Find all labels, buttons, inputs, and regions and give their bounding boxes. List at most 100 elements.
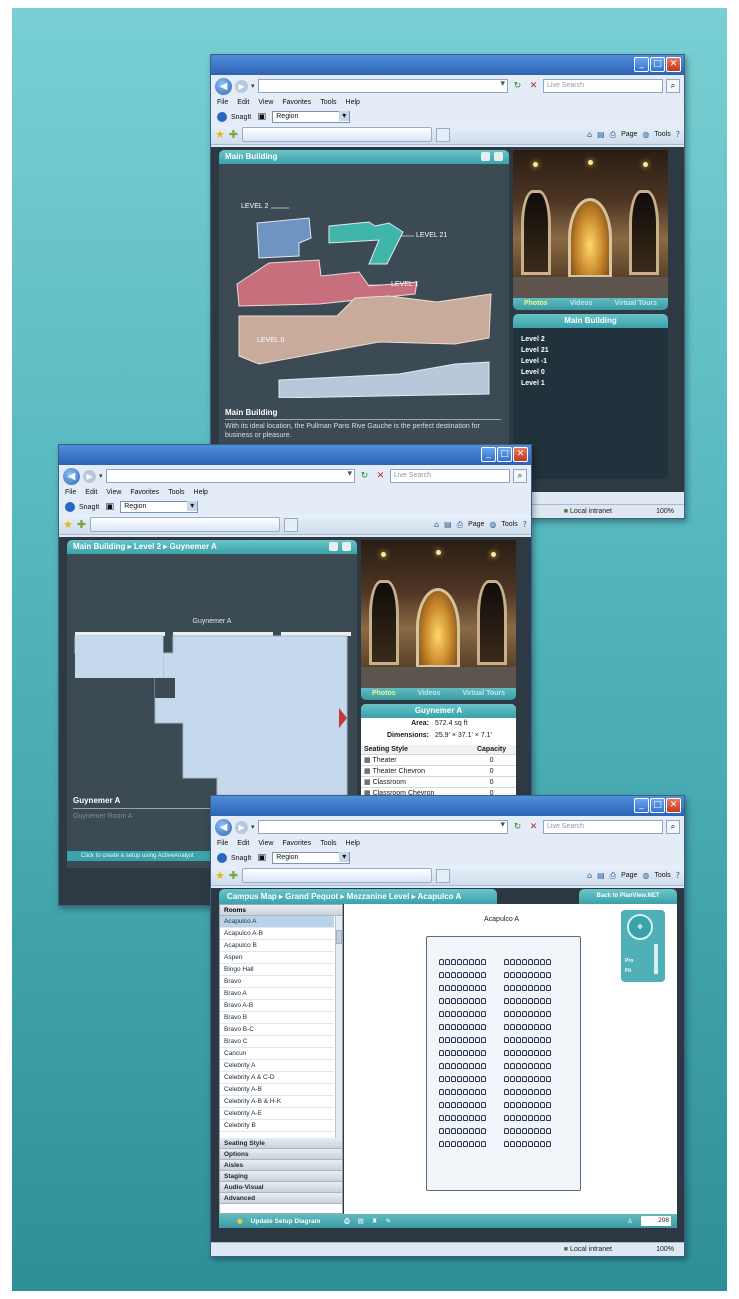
- maximize-icon[interactable]: □: [497, 447, 512, 462]
- chair-icon[interactable]: [504, 1128, 509, 1134]
- chair-icon[interactable]: [469, 1102, 474, 1108]
- chair-icon[interactable]: [475, 1128, 480, 1134]
- chair-icon[interactable]: [546, 972, 551, 978]
- level-item[interactable]: Level 21: [521, 345, 660, 356]
- chair-icon[interactable]: [516, 985, 521, 991]
- chair-icon[interactable]: [445, 1011, 450, 1017]
- chair-icon[interactable]: [481, 1024, 486, 1030]
- region-select[interactable]: Region: [272, 852, 351, 864]
- chair-icon[interactable]: [451, 972, 456, 978]
- print-icon[interactable]: [481, 152, 490, 161]
- add-favorite-icon[interactable]: ✚: [77, 518, 86, 531]
- search-icon[interactable]: ⌕: [666, 79, 680, 93]
- chair-icon[interactable]: [469, 1076, 474, 1082]
- crumb-building[interactable]: Grand Pequot: [285, 892, 338, 901]
- chair-icon[interactable]: [534, 998, 539, 1004]
- chair-icon[interactable]: [504, 1037, 509, 1043]
- chair-icon[interactable]: [528, 1141, 533, 1147]
- list-item[interactable]: Celebrity A-E: [220, 1108, 334, 1120]
- tools-menu[interactable]: Tools: [654, 131, 670, 138]
- snagit-button[interactable]: SnagIt: [231, 855, 251, 862]
- chair-icon[interactable]: [528, 1063, 533, 1069]
- chair-icon[interactable]: [481, 1063, 486, 1069]
- list-item[interactable]: Acapulco B: [220, 940, 334, 952]
- chair-icon[interactable]: [457, 998, 462, 1004]
- chair-icon[interactable]: [546, 1063, 551, 1069]
- snagit-button[interactable]: SnagIt: [231, 114, 251, 121]
- minimize-icon[interactable]: _: [634, 57, 649, 72]
- back-button[interactable]: Back to PlanView.NET: [579, 889, 677, 904]
- chair-icon[interactable]: [439, 1037, 444, 1043]
- chair-icon[interactable]: [546, 1141, 551, 1147]
- chair-icon[interactable]: [451, 1089, 456, 1095]
- chair-icon[interactable]: [445, 1141, 450, 1147]
- chair-icon[interactable]: [510, 1050, 515, 1056]
- chair-icon[interactable]: [439, 1024, 444, 1030]
- chair-icon[interactable]: [516, 1011, 521, 1017]
- chair-icon[interactable]: [451, 998, 456, 1004]
- chair-icon[interactable]: [457, 1024, 462, 1030]
- chair-icon[interactable]: [445, 998, 450, 1004]
- chair-icon[interactable]: [445, 1102, 450, 1108]
- zoom-fit-label[interactable]: Fit: [625, 968, 631, 974]
- level-item[interactable]: Level 1: [521, 378, 660, 389]
- new-tab-button[interactable]: [284, 517, 299, 532]
- accordion-audio-visual[interactable]: Audio-Visual: [220, 1182, 342, 1193]
- safety-icon[interactable]: ◍: [642, 130, 649, 139]
- close-icon[interactable]: ✕: [666, 798, 681, 813]
- menu-view[interactable]: View: [258, 838, 273, 850]
- menu-help[interactable]: Help: [346, 97, 360, 109]
- chair-icon[interactable]: [457, 1089, 462, 1095]
- capture-icon[interactable]: ▣: [255, 111, 268, 124]
- chair-icon[interactable]: [475, 1115, 480, 1121]
- home-icon[interactable]: ⌂: [434, 520, 439, 529]
- chair-icon[interactable]: [445, 1115, 450, 1121]
- stop-icon[interactable]: ✕: [527, 80, 540, 93]
- chair-icon[interactable]: [546, 1050, 551, 1056]
- chair-icon[interactable]: [481, 998, 486, 1004]
- zoom-pro-label[interactable]: Pro: [625, 958, 633, 964]
- chair-icon[interactable]: [516, 1115, 521, 1121]
- chair-icon[interactable]: [516, 1141, 521, 1147]
- chair-icon[interactable]: [469, 1128, 474, 1134]
- chair-icon[interactable]: [546, 985, 551, 991]
- chair-icon[interactable]: [504, 1102, 509, 1108]
- add-favorite-icon[interactable]: ✚: [229, 869, 238, 882]
- chair-icon[interactable]: [528, 1115, 533, 1121]
- chair-icon[interactable]: [475, 998, 480, 1004]
- chair-icon[interactable]: [504, 959, 509, 965]
- chair-icon[interactable]: [439, 1141, 444, 1147]
- chair-icon[interactable]: [528, 972, 533, 978]
- chair-icon[interactable]: [522, 1089, 527, 1095]
- tab-videos[interactable]: Videos: [418, 688, 441, 700]
- chair-icon[interactable]: [469, 985, 474, 991]
- chair-icon[interactable]: [528, 1024, 533, 1030]
- chair-icon[interactable]: [540, 1089, 545, 1095]
- tab-photos[interactable]: Photos: [372, 688, 396, 700]
- chair-icon[interactable]: [451, 985, 456, 991]
- chair-icon[interactable]: [534, 959, 539, 965]
- chair-icon[interactable]: [546, 1128, 551, 1134]
- list-item[interactable]: Bravo B: [220, 1012, 334, 1024]
- chair-icon[interactable]: [463, 1063, 468, 1069]
- browser-tab[interactable]: [90, 517, 281, 532]
- chair-icon[interactable]: [469, 1024, 474, 1030]
- chair-icon[interactable]: [504, 972, 509, 978]
- refresh-icon[interactable]: ↻: [511, 821, 524, 834]
- chair-icon[interactable]: [439, 1011, 444, 1017]
- chair-icon[interactable]: [463, 1050, 468, 1056]
- chair-icon[interactable]: [522, 998, 527, 1004]
- chair-icon[interactable]: [457, 1037, 462, 1043]
- print-icon[interactable]: [329, 542, 338, 551]
- menu-file[interactable]: File: [217, 838, 228, 850]
- chair-icon[interactable]: [457, 1102, 462, 1108]
- help-icon[interactable]: ?: [676, 130, 680, 139]
- chair-icon[interactable]: [469, 1050, 474, 1056]
- new-tab-button[interactable]: [436, 868, 451, 883]
- chair-icon[interactable]: [475, 1011, 480, 1017]
- chair-icon[interactable]: [504, 1076, 509, 1082]
- chair-icon[interactable]: [510, 959, 515, 965]
- chair-icon[interactable]: [516, 1089, 521, 1095]
- list-item[interactable]: Acapulco A: [220, 916, 334, 928]
- chair-icon[interactable]: [546, 1115, 551, 1121]
